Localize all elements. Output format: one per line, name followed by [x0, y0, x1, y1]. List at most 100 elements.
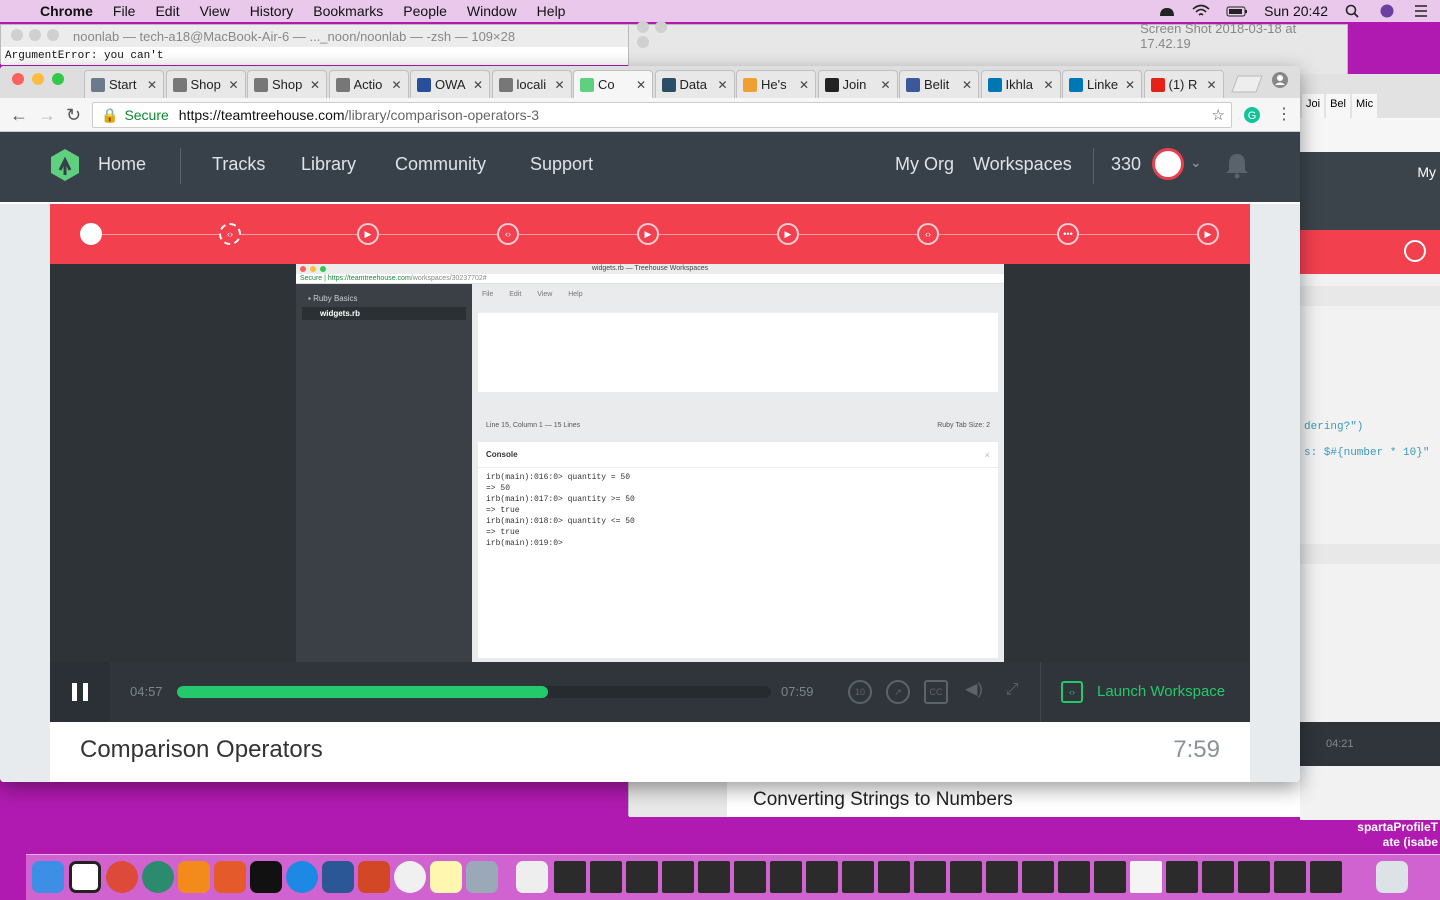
minimized-window-thumbnail[interactable]	[662, 861, 694, 893]
grammarly-icon[interactable]: G	[1244, 107, 1260, 123]
close-tab-icon[interactable]: ✕	[473, 78, 483, 92]
menu-edit[interactable]: Edit	[155, 3, 179, 19]
pause-button[interactable]	[50, 662, 110, 722]
terminal-icon[interactable]	[250, 861, 282, 893]
captions-icon[interactable]: CC	[924, 680, 948, 704]
minimized-window-thumbnail[interactable]	[950, 861, 982, 893]
bookmark-star-icon[interactable]: ☆	[1212, 106, 1225, 124]
minimized-window-thumbnail[interactable]	[1130, 861, 1162, 893]
browser-tab[interactable]: Actio ✕	[328, 70, 409, 98]
browser-tab[interactable]: OWA ✕	[410, 70, 490, 98]
avatar[interactable]	[1152, 148, 1184, 180]
back-icon[interactable]: ←	[10, 105, 28, 126]
chrome-icon[interactable]	[106, 861, 138, 893]
browser-tab[interactable]: He's ✕	[736, 70, 816, 98]
minimized-window-thumbnail[interactable]	[698, 861, 730, 893]
notes-icon[interactable]	[430, 861, 462, 893]
menu-view[interactable]: View	[200, 3, 230, 19]
preview-icon[interactable]	[466, 861, 498, 893]
nav-my-org[interactable]: My Org	[895, 154, 954, 175]
menu-clock[interactable]: Sun 20:42	[1264, 3, 1328, 19]
launch-workspace-button[interactable]: ‹› Launch Workspace	[1040, 662, 1250, 722]
browser-tab[interactable]: locali ✕	[491, 70, 572, 98]
nav-workspaces[interactable]: Workspaces	[973, 154, 1072, 175]
minimized-window-thumbnail[interactable]	[1202, 861, 1234, 893]
close-window-button[interactable]	[12, 73, 24, 85]
spotlight-search-icon[interactable]	[1344, 4, 1362, 18]
background-tab[interactable]: Mic	[1351, 94, 1378, 118]
address-bar[interactable]: 🔒 Secure https://teamtreehouse.com /libr…	[92, 102, 1232, 128]
nav-home[interactable]: Home	[98, 154, 146, 175]
browser-tab[interactable]: Co ✕	[573, 70, 653, 98]
close-tab-icon[interactable]: ✕	[799, 78, 809, 92]
chevron-down-icon[interactable]: ⌄	[1190, 154, 1202, 171]
new-tab-button[interactable]	[1230, 74, 1264, 94]
browser-tab[interactable]: Shop ✕	[247, 70, 327, 98]
step-workspace-icon[interactable]: ‹›	[917, 223, 939, 245]
terminal-window[interactable]: noonlab — tech-a18@MacBook-Air-6 — ..._n…	[0, 24, 630, 65]
browser-tab[interactable]: Data ✕	[654, 70, 735, 98]
close-tab-icon[interactable]: ✕	[228, 78, 238, 92]
browser-tab[interactable]: Belit ✕	[899, 70, 979, 98]
minimize-window-button[interactable]	[32, 73, 44, 85]
forward-icon[interactable]: →	[38, 105, 56, 126]
maximize-window-button[interactable]	[52, 73, 64, 85]
minimized-window-thumbnail[interactable]	[986, 861, 1018, 893]
background-tab[interactable]: Joi	[1302, 94, 1325, 118]
atom-icon[interactable]	[142, 861, 174, 893]
document-icon[interactable]	[516, 861, 548, 893]
skype-for-business-icon[interactable]	[69, 861, 101, 893]
rewind-10-icon[interactable]: 10	[848, 680, 872, 704]
siri-icon[interactable]	[1378, 4, 1396, 18]
minimized-window-thumbnail[interactable]	[1094, 861, 1126, 893]
close-tab-icon[interactable]: ✕	[1043, 78, 1053, 92]
nav-community[interactable]: Community	[395, 154, 486, 175]
menu-history[interactable]: History	[250, 3, 294, 19]
wifi-icon[interactable]	[1192, 4, 1210, 18]
notification-center-icon[interactable]	[1412, 4, 1430, 18]
battery-icon[interactable]	[1226, 4, 1248, 18]
powerpoint-icon[interactable]	[358, 861, 390, 893]
close-tab-icon[interactable]: ✕	[962, 78, 972, 92]
menu-window[interactable]: Window	[467, 3, 517, 19]
seek-bar[interactable]	[177, 686, 771, 698]
volume-icon[interactable]: ◀)	[962, 680, 986, 704]
minimized-window-thumbnail[interactable]	[1058, 861, 1090, 893]
step-video-icon[interactable]: ▶	[637, 223, 659, 245]
step-video-icon[interactable]: ▶	[357, 223, 379, 245]
bell-icon[interactable]	[1222, 150, 1252, 180]
finder-icon[interactable]	[32, 861, 64, 893]
mplus-icon[interactable]	[286, 861, 318, 893]
chrome-menu-icon[interactable]: ⋮	[1276, 104, 1292, 124]
nav-library[interactable]: Library	[301, 154, 356, 175]
treehouse-logo-icon[interactable]	[48, 148, 82, 182]
step-video-icon[interactable]: ▶	[777, 223, 799, 245]
close-tab-icon[interactable]: ✕	[1125, 78, 1135, 92]
minimized-window-thumbnail[interactable]	[1166, 861, 1198, 893]
nav-support[interactable]: Support	[530, 154, 593, 175]
fullscreen-icon[interactable]: ⤢	[1000, 680, 1024, 704]
step-workspace-icon[interactable]: ‹›	[497, 223, 519, 245]
menu-app[interactable]: Chrome	[40, 3, 93, 19]
minimized-window-thumbnail[interactable]	[1238, 861, 1270, 893]
reload-icon[interactable]: ↻	[66, 105, 81, 126]
minimized-window-thumbnail[interactable]	[626, 861, 658, 893]
minimized-window-thumbnail[interactable]	[914, 861, 946, 893]
trash-icon[interactable]	[1376, 861, 1408, 893]
browser-tab[interactable]: Linke ✕	[1062, 70, 1142, 98]
minimized-window-thumbnail[interactable]	[1274, 861, 1306, 893]
step-video-icon[interactable]: ▶	[1197, 223, 1219, 245]
background-tab[interactable]: Bel	[1326, 94, 1350, 118]
close-tab-icon[interactable]: ✕	[636, 78, 646, 92]
browser-tab[interactable]: Start ✕	[84, 70, 164, 98]
speed-icon[interactable]: ↗	[886, 680, 910, 704]
close-tab-icon[interactable]: ✕	[1206, 78, 1216, 92]
desktop-file-label[interactable]: spartaProfileT ate (isabe	[1357, 820, 1438, 850]
browser-tab[interactable]: Shop ✕	[165, 70, 246, 98]
close-tab-icon[interactable]: ✕	[880, 78, 890, 92]
minimized-window-thumbnail[interactable]	[1310, 861, 1342, 893]
close-tab-icon[interactable]: ✕	[391, 78, 401, 92]
background-nav-item[interactable]: My	[1417, 164, 1436, 180]
close-tab-icon[interactable]: ✕	[717, 78, 727, 92]
browser-tab[interactable]: Ikhla ✕	[980, 70, 1061, 98]
